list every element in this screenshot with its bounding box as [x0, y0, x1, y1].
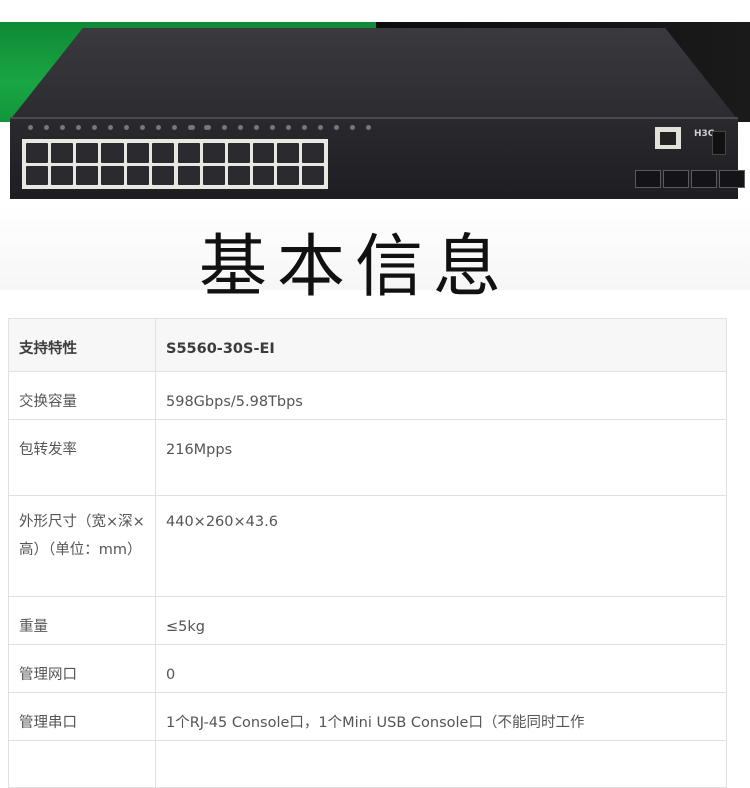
product-photo: H3C — [0, 0, 750, 205]
spec-value: ≤5kg — [155, 596, 727, 645]
spec-value: 1个RJ-45 Console口，1个Mini USB Console口（不能同… — [155, 692, 727, 741]
spec-value-empty — [155, 740, 727, 788]
spec-key: 交换容量 — [8, 371, 156, 420]
rj45-port-block-right — [174, 139, 328, 189]
sfp-ports — [635, 170, 745, 188]
spec-key: 重量 — [8, 596, 156, 645]
led-strip-right — [190, 125, 371, 133]
table-row: 包转发率 216Mpps — [8, 419, 727, 496]
spec-key-empty — [8, 740, 156, 788]
spec-value: 216Mpps — [155, 419, 727, 496]
rj45-port-block-left — [22, 139, 178, 189]
switch-front-panel: H3C — [10, 117, 745, 199]
table-row: 外形尺寸（宽×深×高）（单位：mm） 440×260×43.6 — [8, 495, 727, 597]
table-row: 交换容量 598Gbps/5.98Tbps — [8, 371, 727, 420]
spec-key: 管理串口 — [8, 692, 156, 741]
table-row: 管理网口 0 — [8, 644, 727, 693]
spec-value: 0 — [155, 644, 727, 693]
console-port — [655, 127, 681, 149]
led-strip-left — [28, 125, 209, 133]
table-header-key: 支持特性 — [8, 318, 156, 372]
spec-value: 440×260×43.6 — [155, 495, 727, 597]
spec-key: 管理网口 — [8, 644, 156, 693]
page-title: 基本信息 — [198, 228, 511, 307]
table-row: 管理串口 1个RJ-45 Console口，1个Mini USB Console… — [8, 692, 727, 741]
table-header-value: S5560-30S-EI — [155, 318, 727, 372]
spec-key: 外形尺寸（宽×深×高）（单位：mm） — [8, 495, 156, 597]
table-row: 重量 ≤5kg — [8, 596, 727, 645]
table-header-row: 支持特性 S5560-30S-EI — [8, 318, 727, 372]
usb-port — [712, 131, 726, 155]
switch-top-panel — [10, 28, 738, 120]
spec-value: 598Gbps/5.98Tbps — [155, 371, 727, 420]
spec-key: 包转发率 — [8, 419, 156, 496]
table-row — [8, 740, 727, 788]
spec-table: 支持特性 S5560-30S-EI 交换容量 598Gbps/5.98Tbps … — [8, 318, 727, 788]
